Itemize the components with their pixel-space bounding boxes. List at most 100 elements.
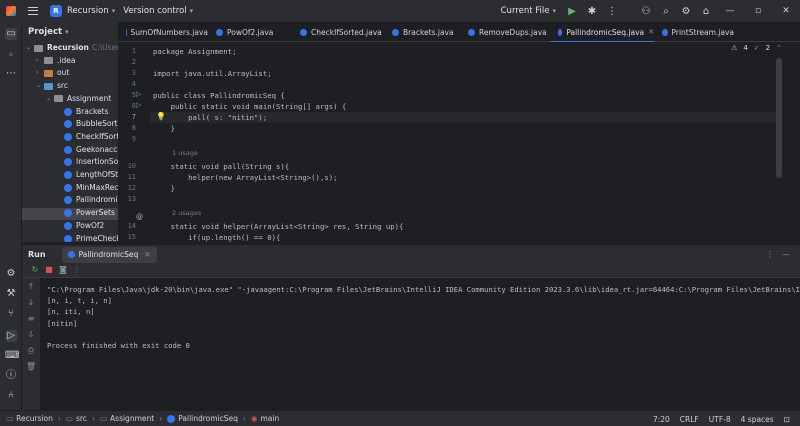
chevron-right-icon[interactable]: › [36,55,44,67]
tree-item[interactable]: PrimeCheck [56,233,118,243]
inspection-widget[interactable]: ⚠ 4 ✓ 2 ⌃ [731,44,782,52]
debug-icon[interactable]: ✱ [582,6,602,17]
maximize-button[interactable]: ▫ [744,6,772,16]
tree-item[interactable]: CheckIfSort [56,131,118,143]
up-arrow-icon[interactable]: ↑ [26,282,36,291]
git-icon[interactable]: ⑂ [5,308,17,320]
chevron-up-icon[interactable]: ⌃ [776,44,782,52]
services-icon[interactable]: ⚙ [5,268,17,280]
notifications-icon[interactable]: ⌂ [696,6,716,17]
chevron-right-icon[interactable]: › [36,67,44,79]
search-icon[interactable]: ⌕ [656,6,676,17]
tree-item[interactable]: ⌄ RecursionC:\Users\ [26,42,118,54]
project-badge[interactable]: R [50,5,62,17]
breadcrumb-item[interactable]: PallindromicSeq [178,414,238,423]
run-icon[interactable]: ▶ [562,6,582,17]
settings-icon[interactable]: ⋮ [72,265,82,274]
tree-item[interactable]: › .idea [36,55,75,67]
tree-item[interactable]: PowerSets [56,207,115,219]
folder-icon: ▭ [6,414,14,423]
console-output[interactable]: "C:\Program Files\Java\jdk-20\bin\java.e… [40,278,800,410]
line-separator[interactable]: CRLF [680,415,699,424]
java-class-icon [662,28,668,36]
chevron-down-icon[interactable]: ⌄ [26,42,34,54]
editor-tab[interactable]: PowOf2.java [208,22,292,42]
version-control-icon[interactable]: ⑃ [5,390,17,402]
editor-tab[interactable]: CheckIfSorted.java [292,22,384,42]
breadcrumb-item[interactable]: main [260,414,279,423]
warning-icon: ⚠ [731,44,738,52]
minimize-button[interactable]: — [716,6,744,16]
java-class-icon [64,158,72,167]
problems-icon[interactable]: ⓘ [5,370,17,382]
terminal-icon[interactable]: ⌨ [5,350,19,362]
breadcrumb-item[interactable]: Recursion [16,414,53,423]
editor-tab[interactable]: PallindromicSeq.java ✕ [550,22,654,43]
code-editor[interactable]: 💡 package Assignment; import java.util.Ar… [150,42,776,242]
trash-icon[interactable]: 🗑 [26,362,36,371]
tree-item[interactable]: › out [36,67,69,79]
editor-tab[interactable]: PrintStream.java [654,22,734,42]
editor-tab-label: CheckIfSorted.java [311,27,382,37]
editor-tab[interactable]: Brackets.java [384,22,460,42]
main-menu-icon[interactable] [28,7,38,15]
tree-item[interactable]: InsertionSor [56,156,118,168]
rerun-icon[interactable]: ↻ [30,265,40,274]
code-line: static void pall(String s){ [153,162,290,171]
chevron-down-icon[interactable]: ⌄ [46,93,54,105]
more-actions-icon[interactable]: ⋮ [602,6,622,17]
project-selector[interactable]: Recursion [67,6,109,16]
project-tool-icon[interactable]: ▭ [5,28,17,40]
run-config-selector[interactable]: Current File [501,6,550,16]
java-class-icon [64,196,72,205]
run-class-gutter-icon[interactable]: ▷ [136,90,141,98]
down-arrow-icon[interactable]: ↓ [26,298,36,307]
usage-hint[interactable]: 1 usage [172,148,198,159]
tree-item[interactable]: LengthOfStr [56,169,118,181]
override-gutter-icon[interactable]: @ [136,213,143,221]
commit-tool-icon[interactable]: ◦ [5,50,17,62]
tree-item[interactable]: MinMaxRecu [56,182,118,194]
tree-item[interactable]: Pallindromi [56,194,117,206]
run-main-gutter-icon[interactable]: ▷ [136,101,141,109]
editor-tab[interactable]: SumOfNumbers.java [118,22,208,42]
java-class-icon [64,234,72,242]
build-icon[interactable]: ⚒ [5,288,17,300]
chevron-down-icon[interactable]: ⌄ [36,80,44,92]
version-control-menu[interactable]: Version control [123,6,186,16]
line-number: 7 [131,113,136,121]
tree-item[interactable]: Brackets [56,106,109,118]
caret-position[interactable]: 7:20 [653,415,670,424]
more-icon[interactable]: ⋮ [766,250,774,259]
camera-icon[interactable]: ◙ [58,265,68,274]
tree-item-label: InsertionSor [76,157,118,167]
tree-item[interactable]: BubbleSortR [56,118,118,130]
code-line: helper(new ArrayList<String>(),s); [153,173,338,182]
tree-item[interactable]: ⌄ Assignment [46,93,111,105]
close-icon[interactable]: ✕ [144,250,150,259]
run-tab[interactable]: PallindromicSeq ✕ [61,246,157,263]
breadcrumb-item[interactable]: src [76,414,87,423]
soft-wrap-icon[interactable]: ≡ [26,314,36,323]
gear-icon[interactable]: ⚙ [676,6,696,17]
breadcrumb-item[interactable]: Assignment [110,414,154,423]
line-number: 8 [131,124,136,132]
tree-item-label: PrimeCheck [76,233,118,243]
close-button[interactable]: ✕ [772,6,800,16]
scroll-to-end-icon[interactable]: ⇩ [26,330,36,339]
print-icon[interactable]: ⎙ [26,346,36,356]
stop-icon[interactable]: ■ [44,265,54,274]
tree-item[interactable]: ⌄ src [36,80,68,92]
more-tools-icon[interactable]: ⋯ [5,68,17,80]
tree-item[interactable]: Geekonacci [56,144,118,156]
tree-item[interactable]: PowOf2 [56,220,104,232]
editor-tab[interactable]: RemoveDups.java [460,22,550,42]
add-user-icon[interactable]: ⚇ [636,6,656,17]
editor-scrollbar[interactable] [776,58,782,178]
file-encoding[interactable]: UTF-8 [709,415,731,424]
minimize-panel-icon[interactable]: — [782,250,790,259]
indent-setting[interactable]: 4 spaces [741,415,774,424]
run-tool-icon[interactable]: ▷ [5,330,17,342]
lock-icon[interactable]: ⊡ [784,415,790,424]
usage-hint[interactable]: 2 usages [172,208,201,219]
